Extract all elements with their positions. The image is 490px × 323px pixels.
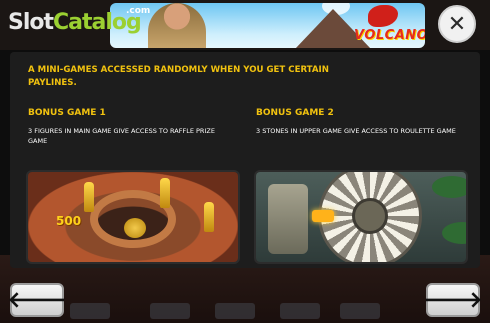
parrot-illustration [368,5,398,27]
bg-button [215,303,255,319]
bonus-game-2-image [256,172,466,262]
bg-button [280,303,320,319]
arrow-left-icon: 🡐 [7,288,67,313]
bonus-game-2-description: 3 stones in upper game give access to ro… [256,127,456,135]
bonus-game-1-image: 500 [28,172,238,262]
wheel-hub [352,198,388,234]
close-button[interactable]: ✕ [438,5,476,43]
gold-figure-icon [204,202,214,232]
leaf-decoration [442,222,466,244]
intro-text: A mini-games accessed randomly when you … [28,65,329,88]
gold-mask-icon [124,218,146,238]
bg-button [70,303,110,319]
next-page-button[interactable]: 🡒 [423,283,483,317]
gold-figure-icon [84,182,94,212]
game-banner: VOLCANO [110,3,425,48]
watermark-part1: Slot [8,10,54,35]
info-panel: A mini-games accessed randomly when you … [10,52,480,268]
explorer-girl-illustration [148,3,206,48]
bonus-game-2-title: BONUS GAME 2 [256,108,334,118]
top-bar: VOLCANO SlotCatalog .com ✕ [0,0,490,50]
bonus-game-1-description: 3 figures in main game give access to ra… [28,127,215,145]
wheel-pointer [312,210,334,222]
arrow-right-icon: 🡒 [423,288,483,313]
close-icon: ✕ [447,11,467,37]
gold-figure-icon [160,178,170,208]
game-logo: VOLCANO [354,28,425,43]
watermark-logo: SlotCatalog .com [8,6,150,35]
bg-button [340,303,380,319]
prize-value: 500 [56,214,82,228]
stone-idol-illustration [268,184,308,254]
bonus-game-1-title: BONUS GAME 1 [28,108,106,118]
watermark-suffix: .com [126,6,151,16]
bg-button [150,303,190,319]
leaf-decoration [432,176,466,198]
prev-page-button[interactable]: 🡐 [7,283,67,317]
